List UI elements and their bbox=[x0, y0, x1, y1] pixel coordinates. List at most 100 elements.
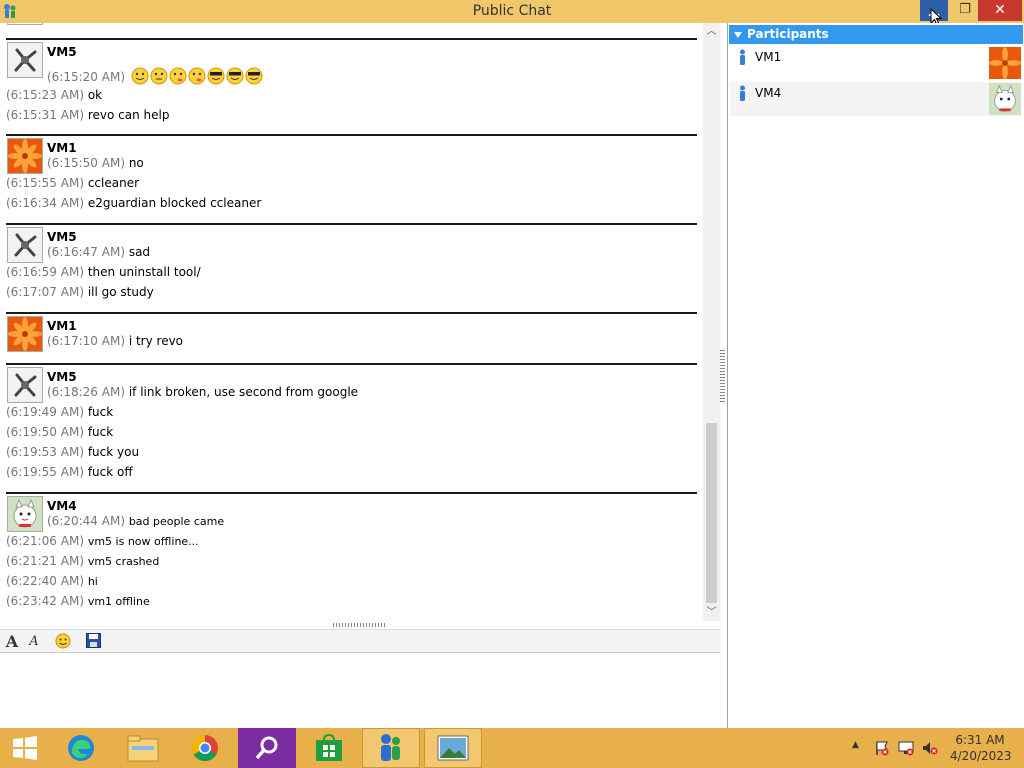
message-line: (6:15:20 AM) bbox=[47, 66, 267, 89]
smiley-icon[interactable] bbox=[54, 633, 72, 651]
message-text: revo can help bbox=[87, 108, 170, 122]
message-line: (6:20:44 AM) bad people came bbox=[47, 514, 224, 528]
message-group: VM1 (6:17:10 AM) i try revo bbox=[6, 312, 697, 363]
user-status-icon bbox=[740, 49, 745, 65]
message-line: (6:17:07 AM) ill go study bbox=[6, 285, 154, 299]
message-line: (6:21:21 AM) vm5 crashed bbox=[6, 554, 159, 568]
message-text: bad people came bbox=[128, 515, 225, 528]
timestamp: (6:23:42 AM) bbox=[6, 594, 84, 608]
message-text: then uninstall tool/ bbox=[87, 265, 201, 279]
save-icon[interactable] bbox=[84, 633, 102, 651]
sender-name: VM5 bbox=[47, 370, 77, 384]
timestamp: (6:19:55 AM) bbox=[6, 465, 84, 479]
timestamp: (6:16:59 AM) bbox=[6, 265, 84, 279]
sender-name: VM5 bbox=[47, 230, 77, 244]
message-line: (6:23:42 AM) vm1 offline bbox=[6, 594, 150, 608]
message-line: (6:16:47 AM) sad bbox=[47, 245, 150, 259]
collapse-triangle-icon bbox=[734, 32, 742, 38]
emoticons bbox=[131, 66, 267, 89]
horizontal-splitter-handle[interactable] bbox=[333, 623, 387, 627]
message-text: sad bbox=[128, 245, 151, 259]
network-icon[interactable] bbox=[898, 740, 914, 759]
sender-name: VM5 bbox=[47, 45, 77, 59]
timestamp: (6:15:50 AM) bbox=[47, 156, 125, 170]
volume-icon[interactable] bbox=[922, 740, 938, 759]
scroll-up-icon[interactable]: ︿ bbox=[703, 23, 720, 40]
vm1-avatar bbox=[7, 316, 43, 352]
message-group: VM5 (6:15:20 AM) (6:15:23 AM) ok (6:15:3… bbox=[6, 38, 697, 133]
file-explorer-icon[interactable] bbox=[114, 728, 172, 768]
window-title: Public Chat bbox=[472, 3, 552, 19]
vm4-avatar bbox=[7, 496, 43, 532]
message-text: no bbox=[128, 156, 144, 170]
clock-time: 6:31 AM bbox=[955, 733, 1005, 747]
tray-expand-icon[interactable]: ▲ bbox=[852, 740, 859, 750]
font-icon[interactable]: A bbox=[3, 633, 21, 651]
message-text: ccleaner bbox=[87, 176, 140, 190]
message-line: (6:16:59 AM) then uninstall tool/ bbox=[6, 265, 201, 279]
font-style-icon[interactable]: A bbox=[25, 633, 43, 651]
message-group: VM1 (6:15:50 AM) no (6:15:55 AM) ccleane… bbox=[6, 134, 697, 223]
store-icon[interactable] bbox=[300, 728, 358, 768]
message-line: (6:17:10 AM) i try revo bbox=[47, 334, 183, 348]
message-text: fuck bbox=[87, 425, 114, 439]
sender-name: VM4 bbox=[47, 499, 77, 513]
participant-item-vm1[interactable]: VM1 bbox=[730, 46, 1021, 80]
sender-name: VM1 bbox=[47, 319, 77, 333]
start-icon[interactable] bbox=[0, 728, 50, 768]
message-text: vm5 is now offline... bbox=[87, 535, 199, 548]
messenger-icon[interactable] bbox=[362, 728, 420, 768]
restore-button[interactable]: ❐ bbox=[948, 0, 982, 21]
timestamp: (6:16:34 AM) bbox=[6, 196, 84, 210]
participants-header[interactable]: Participants bbox=[729, 25, 1023, 44]
participant-item-vm4[interactable]: VM4 bbox=[730, 82, 1021, 116]
system-clock[interactable]: 6:31 AM 4/20/2023 bbox=[950, 732, 1012, 764]
chrome-icon[interactable] bbox=[176, 728, 234, 768]
message-text: fuck off bbox=[87, 465, 133, 479]
taskbar: ▲ 6:31 AM 4/20/2023 bbox=[0, 728, 1024, 768]
timestamp: (6:21:21 AM) bbox=[6, 554, 84, 568]
scrollbar-thumb[interactable] bbox=[706, 423, 717, 603]
message-text: ok bbox=[87, 88, 103, 102]
vm4-avatar bbox=[989, 83, 1021, 115]
edge-icon[interactable] bbox=[52, 728, 110, 768]
format-toolbar: A A bbox=[0, 629, 720, 653]
photos-icon[interactable] bbox=[424, 728, 482, 768]
close-button[interactable]: ✕ bbox=[978, 0, 1022, 21]
timestamp: (6:20:44 AM) bbox=[47, 514, 125, 528]
participant-name: VM4 bbox=[755, 86, 782, 100]
action-center-flag-icon[interactable] bbox=[874, 740, 890, 759]
vm1-avatar bbox=[989, 47, 1021, 79]
message-line: (6:18:26 AM) if link broken, use second … bbox=[47, 385, 358, 399]
message-text: e2guardian blocked ccleaner bbox=[87, 196, 262, 210]
scroll-down-icon[interactable]: ﹀ bbox=[703, 604, 720, 621]
timestamp: (6:16:47 AM) bbox=[47, 245, 125, 259]
message-text: fuck bbox=[87, 405, 114, 419]
message-group: VM5 (6:16:47 AM) sad (6:16:59 AM) then u… bbox=[6, 223, 697, 312]
restore-icon: ❐ bbox=[959, 2, 971, 17]
timestamp: (6:18:26 AM) bbox=[47, 385, 125, 399]
participant-name: VM1 bbox=[755, 50, 782, 64]
search-app-icon[interactable] bbox=[238, 728, 296, 768]
message-text: fuck you bbox=[87, 445, 140, 459]
message-line: (6:15:50 AM) no bbox=[47, 156, 144, 170]
timestamp: (6:19:50 AM) bbox=[6, 425, 84, 439]
vm5-avatar bbox=[7, 367, 43, 403]
message-text: if link broken, use second from google bbox=[128, 385, 359, 399]
message-input[interactable] bbox=[0, 654, 720, 728]
message-line: (6:19:55 AM) fuck off bbox=[6, 465, 133, 479]
vm1-avatar bbox=[7, 138, 43, 174]
chat-history: VM5 (6:15:20 AM) (6:15:23 AM) ok (6:15:3… bbox=[0, 23, 703, 621]
avatar-partial bbox=[7, 23, 43, 25]
message-text: ill go study bbox=[87, 285, 154, 299]
timestamp: (6:22:40 AM) bbox=[6, 574, 84, 588]
chat-scrollbar[interactable]: ︿ ﹀ bbox=[703, 23, 720, 621]
message-group: VM4 (6:20:44 AM) bad people came (6:21:0… bbox=[6, 492, 697, 621]
message-line: (6:19:53 AM) fuck you bbox=[6, 445, 139, 459]
message-line: (6:19:50 AM) fuck bbox=[6, 425, 113, 439]
timestamp: (6:19:49 AM) bbox=[6, 405, 84, 419]
vm5-avatar bbox=[7, 42, 43, 78]
message-text: i try revo bbox=[128, 334, 184, 348]
vertical-splitter-handle[interactable] bbox=[720, 350, 725, 402]
message-group: VM5 (6:18:26 AM) if link broken, use sec… bbox=[6, 363, 697, 492]
